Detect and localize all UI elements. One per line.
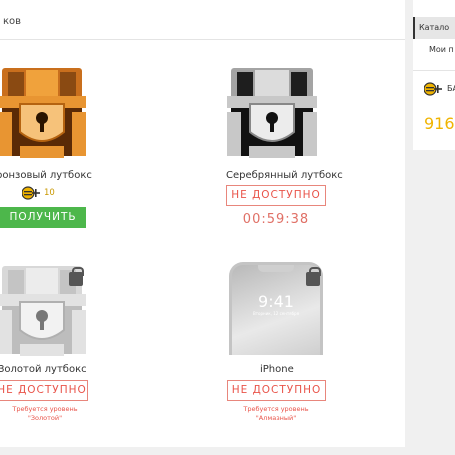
requirement-text-iphone: Требуется уровень "Алмазный" xyxy=(226,405,326,423)
phone-notch xyxy=(258,265,294,272)
sidebar-item-my[interactable]: Мои п xyxy=(429,45,454,54)
requirement-line: Требуется уровень xyxy=(243,405,309,413)
balance-value: 916 I xyxy=(424,114,455,133)
unavailable-button-gold[interactable]: НЕ ДОСТУПНО xyxy=(0,380,88,401)
requirement-line: Требуется уровень xyxy=(12,405,78,413)
unavailable-button-silver[interactable]: НЕ ДОСТУПНО xyxy=(226,185,326,206)
divider xyxy=(413,70,455,71)
phone-date: Вторник, 12 сентября xyxy=(252,311,300,316)
coin-plus-icon xyxy=(424,82,442,96)
coin-plus-icon xyxy=(22,186,40,200)
card-title-bronze: ронзовый лутбокс xyxy=(0,170,92,181)
sidebar-tab-label: Катало xyxy=(419,23,450,32)
unavailable-button-iphone[interactable]: НЕ ДОСТУПНО xyxy=(227,380,326,401)
countdown-timer: 00:59:38 xyxy=(242,212,310,227)
lootbox-panel: ков 9:41 Вторник, 12 сентября ронзовый л… xyxy=(0,0,405,447)
get-button[interactable]: ПОЛУЧИТЬ xyxy=(0,207,86,228)
requirement-text-gold: Требуется уровень "Золотой" xyxy=(0,405,90,423)
panel-title: ков xyxy=(3,16,22,27)
balance-label: БА xyxy=(447,84,455,93)
requirement-level: "Алмазный" xyxy=(255,414,297,422)
sidebar-tab-catalog[interactable]: Катало xyxy=(413,17,455,39)
account-sidebar: Катало Мои п БА 916 I xyxy=(413,0,455,150)
card-title-silver: Серебрянный лутбокс xyxy=(226,170,343,181)
panel-header: ков xyxy=(0,0,405,40)
bronze-chest-image xyxy=(0,68,86,158)
price-value: 10 xyxy=(44,188,55,198)
lock-icon xyxy=(306,267,321,286)
phone-clock: 9:41 xyxy=(258,292,294,311)
card-title-iphone: iPhone xyxy=(260,364,294,375)
requirement-level: "Золотой" xyxy=(27,414,63,422)
lock-icon xyxy=(69,267,84,286)
silver-chest-image xyxy=(227,68,317,158)
card-title-gold: Золотой лутбокс xyxy=(0,364,87,375)
